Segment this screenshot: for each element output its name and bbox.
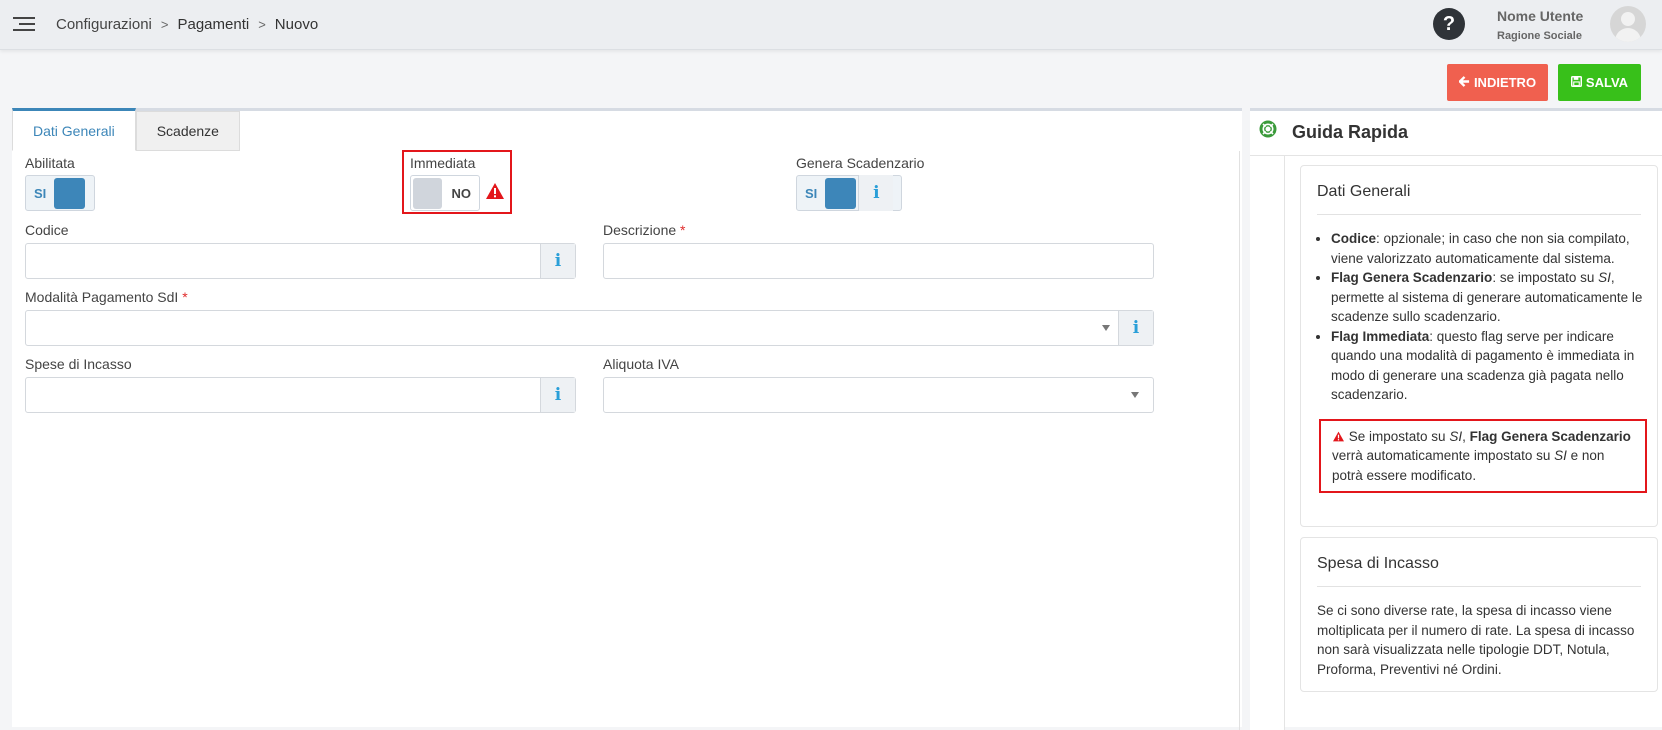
- descrizione-label-text: Descrizione: [603, 222, 677, 238]
- descrizione-label: Descrizione *: [603, 222, 685, 238]
- immediata-toggle-value: NO: [451, 185, 472, 201]
- warning-icon: [485, 182, 505, 203]
- quick-guide-title: Guida Rapida: [1292, 122, 1409, 142]
- modalita-pagamento-label-text: Modalità Pagamento SdI: [25, 289, 179, 305]
- breadcrumb: Configurazioni > Pagamenti > Nuovo: [56, 16, 318, 33]
- codice-input[interactable]: i: [25, 243, 576, 279]
- tab-bar: Dati Generali Scadenze: [12, 108, 240, 151]
- aliquota-iva-label: Aliquota IVA: [603, 356, 680, 372]
- tab-scadenze[interactable]: Scadenze: [135, 111, 240, 151]
- top-bar: Configurazioni > Pagamenti > Nuovo ? Nome Ut…: [0, 0, 1662, 50]
- aliquota-iva-select[interactable]: [603, 377, 1154, 413]
- save-button[interactable]: SALVA: [1558, 64, 1641, 101]
- form-panel: Dati Generali Scadenze Abilitata SI Imme…: [12, 108, 1242, 730]
- spese-incasso-label: Spese di Incasso: [25, 356, 132, 372]
- modalita-pagamento-select[interactable]: i: [25, 310, 1154, 346]
- list-item: Flag Genera Scadenzario: se impostato su…: [1331, 268, 1647, 327]
- user-company: Ragione Sociale: [1497, 30, 1582, 42]
- list-item: Flag Immediata: questo flag serve per in…: [1331, 327, 1647, 405]
- toggle-knob: [54, 177, 86, 209]
- codice-label: Codice: [25, 222, 69, 238]
- genera-scadenzario-toggle-value: SI: [805, 185, 818, 201]
- guide-list: Codice: opzionale; in caso che non sia c…: [1331, 229, 1647, 405]
- info-icon[interactable]: i: [1118, 311, 1153, 345]
- quick-guide-panel: Guida Rapida Dati Generali Codice: opzio…: [1250, 108, 1662, 730]
- toggle-knob: [825, 177, 857, 209]
- descrizione-input[interactable]: [603, 243, 1154, 279]
- required-mark: *: [680, 222, 686, 238]
- info-icon[interactable]: i: [858, 175, 894, 211]
- immediata-label: Immediata: [410, 155, 476, 171]
- back-button-label: INDIETRO: [1473, 75, 1537, 90]
- warning-icon: [1332, 429, 1345, 444]
- info-icon[interactable]: i: [540, 244, 575, 278]
- spese-incasso-input[interactable]: i: [25, 377, 576, 413]
- scrollbar-track[interactable]: [1239, 151, 1240, 730]
- save-button-label: SALVA: [1585, 75, 1629, 90]
- avatar[interactable]: [1610, 6, 1646, 42]
- list-item: Codice: opzionale; in caso che non sia c…: [1331, 229, 1647, 268]
- required-mark: *: [182, 289, 188, 305]
- menu-icon[interactable]: [13, 17, 35, 33]
- floppy-disk-icon: [1570, 75, 1582, 90]
- warning-note: Se impostato su SI, Flag Genera Scadenza…: [1319, 418, 1647, 493]
- guide-card-dati-generali: Dati Generali Codice: opzionale; in caso…: [1300, 165, 1658, 527]
- breadcrumb-nuovo: Nuovo: [274, 16, 319, 33]
- genera-scadenzario-label: Genera Scadenzario: [796, 155, 925, 171]
- lifebuoy-icon: [1259, 120, 1277, 138]
- abilitata-toggle[interactable]: SI: [25, 175, 95, 211]
- breadcrumb-separator: >: [258, 17, 266, 32]
- breadcrumb-configurazioni[interactable]: Configurazioni: [56, 16, 152, 33]
- chevron-down-icon: [1102, 325, 1110, 331]
- guide-card-text: Se ci sono diverse rate, la spesa di inc…: [1317, 603, 1635, 677]
- back-button[interactable]: INDIETRO: [1447, 64, 1548, 101]
- help-icon[interactable]: ?: [1433, 8, 1465, 40]
- tab-dati-generali[interactable]: Dati Generali: [12, 108, 136, 151]
- abilitata-toggle-value: SI: [34, 185, 47, 201]
- genera-scadenzario-toggle[interactable]: SI i: [796, 175, 902, 211]
- breadcrumb-separator: >: [160, 17, 169, 32]
- guide-card-title: Dati Generali: [1317, 183, 1641, 215]
- toggle-knob: [413, 177, 442, 209]
- immediata-toggle[interactable]: NO: [410, 175, 480, 211]
- guide-card-spesa-incasso: Spesa di Incasso Se ci sono diverse rate…: [1300, 537, 1658, 692]
- quick-guide-header: Guida Rapida: [1250, 111, 1662, 156]
- guide-card-title: Spesa di Incasso: [1317, 555, 1641, 587]
- quick-guide-sidebar: [1250, 156, 1285, 730]
- chevron-down-icon: [1131, 392, 1139, 398]
- abilitata-label: Abilitata: [25, 155, 75, 171]
- user-name[interactable]: Nome Utente: [1497, 8, 1583, 24]
- info-icon[interactable]: i: [540, 378, 575, 412]
- breadcrumb-pagamenti[interactable]: Pagamenti: [177, 16, 249, 33]
- arrow-left-icon: [1458, 75, 1470, 90]
- modalita-pagamento-label: Modalità Pagamento SdI *: [25, 289, 188, 305]
